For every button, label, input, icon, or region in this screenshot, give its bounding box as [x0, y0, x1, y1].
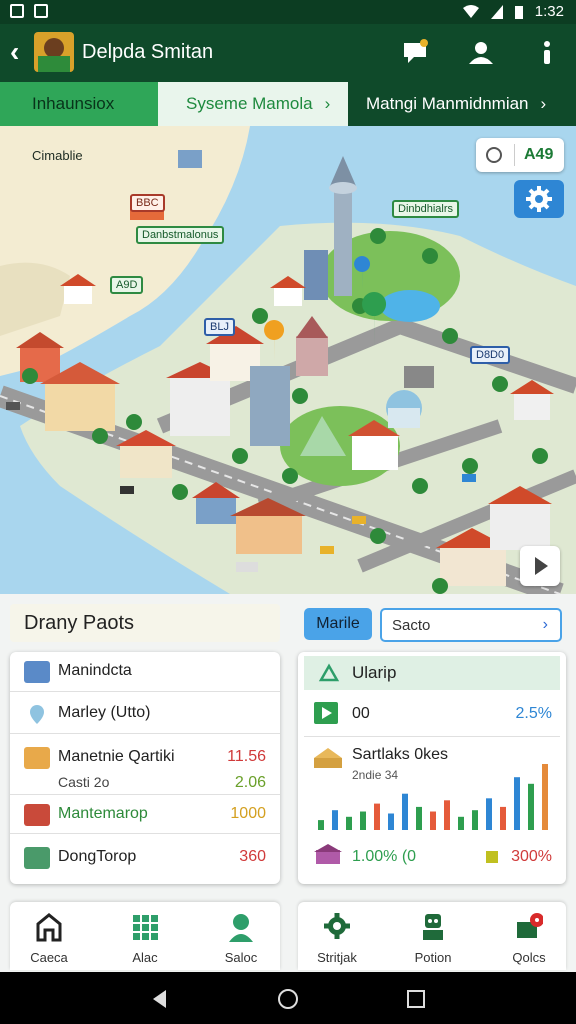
status-bar: 1:32 [0, 0, 576, 24]
home-icon [36, 913, 62, 942]
home-nav-icon[interactable] [277, 988, 299, 1010]
back-nav-icon[interactable] [150, 989, 170, 1009]
map-place-label[interactable]: BBC [130, 194, 165, 212]
chart-bar [318, 820, 324, 830]
chart-bar [360, 811, 366, 830]
notification-icon [10, 4, 24, 18]
chart-bar [528, 783, 534, 830]
system-nav-bar [0, 972, 576, 1024]
metric-label: 00 [352, 705, 370, 722]
bottom-nav-left: Caeca Alac Saloc [10, 902, 280, 970]
more-menu-icon[interactable] [532, 38, 562, 68]
recents-nav-icon[interactable] [406, 989, 426, 1009]
app-bar: ‹ Delpda Smitan [0, 24, 576, 82]
nav-profile[interactable]: Saloc [206, 912, 276, 965]
map-search-control[interactable]: A49 [476, 138, 564, 172]
footer-left-value: 1.00% (0 [352, 848, 417, 865]
grid-icon [133, 915, 158, 940]
list-item[interactable]: Manindcta [10, 652, 280, 692]
chevron-right-icon: › [540, 94, 547, 113]
tab-matngi-manmidnmian[interactable]: Matngi Manmidnmian › [348, 82, 576, 126]
nav-potion[interactable]: Potion [398, 912, 468, 965]
map-place-label[interactable]: A9D [110, 276, 144, 294]
notification-icon [34, 4, 48, 18]
chart-bar [416, 806, 422, 830]
chart-bar [486, 798, 492, 830]
recycle-icon [318, 663, 340, 682]
shop-icon [24, 804, 50, 826]
map-place-label[interactable]: BLJ [204, 318, 235, 336]
account-icon[interactable] [466, 38, 496, 68]
panel-header: Drany Paots [10, 604, 280, 642]
chart-bar [472, 810, 478, 830]
tab-syseme-mamola[interactable]: Syseme Mamola › [158, 82, 348, 126]
gear-icon [526, 186, 552, 212]
chat-icon [517, 913, 543, 938]
panel-title: Drany Paots [24, 612, 135, 634]
sort-select[interactable]: Sacto › [380, 608, 562, 642]
search-icon [486, 147, 502, 163]
nav-home[interactable]: Caeca [14, 912, 84, 965]
signal-icon [490, 4, 503, 19]
bottom-nav-right: Stritjak Potion Qolcs [298, 902, 566, 970]
city-map[interactable]: Cimablie Danbstmalonus Dinbdhialrs A9D B… [0, 126, 576, 594]
person-icon [229, 914, 253, 942]
chart-bar [458, 816, 464, 830]
bar-chart [318, 764, 548, 830]
chevron-right-icon: › [324, 94, 331, 113]
footer-right-value: 300% [511, 848, 552, 865]
map-next-button[interactable] [520, 546, 560, 586]
gear-icon [324, 913, 350, 939]
building-icon [314, 844, 342, 864]
list-item[interactable]: Mantemarop 1000 [10, 794, 280, 834]
building-icon [24, 661, 50, 683]
app-logo [34, 32, 74, 72]
nav-settings[interactable]: Stritjak [302, 912, 372, 965]
chart-bar [444, 800, 450, 830]
filter-toggle-button[interactable]: Marile [304, 608, 372, 640]
chat-bubble-icon[interactable] [400, 38, 430, 68]
tab-bar: Inhaunsiox Syseme Mamola › Matngi Manmidn… [0, 82, 576, 126]
app-title: Delpda Smitan [82, 41, 214, 63]
chart-bar [388, 813, 394, 830]
legend-swatch [486, 851, 498, 863]
stats-card: Ularip 00 2.5% Sartlaks 0kes 2ndie 34 1.… [298, 652, 566, 884]
list-item[interactable]: Manetnie Qartiki 11.56 Casti 2o 2.06 [10, 738, 280, 802]
chart-bar [514, 777, 520, 830]
nav-grid[interactable]: Alac [110, 912, 180, 965]
list-item[interactable]: Marley (Utto) [10, 694, 280, 734]
back-button[interactable]: ‹ [10, 38, 19, 66]
chart-bar [402, 793, 408, 830]
box-icon [24, 747, 50, 769]
location-pin-icon [30, 705, 44, 724]
stats-header[interactable]: Ularip [304, 656, 560, 690]
chevron-right-icon: › [542, 616, 548, 633]
robot-icon [423, 914, 443, 940]
chart-bar [374, 803, 380, 830]
nav-chat[interactable]: Qolcs [494, 912, 564, 965]
chart-bar [542, 764, 548, 830]
clock: 1:32 [534, 3, 564, 20]
map-place-label[interactable]: D8D0 [470, 346, 511, 364]
play-arrow-icon [535, 557, 548, 575]
chart-bar [500, 806, 506, 830]
map-label: Cimablie [32, 148, 83, 163]
metric-value: 2.5% [515, 705, 552, 722]
chart-bar [430, 811, 436, 830]
play-icon[interactable] [314, 702, 338, 724]
places-list-card: Manindcta Marley (Utto) Manetnie Qartiki… [10, 652, 280, 884]
chart-bar [346, 816, 352, 830]
map-search-value: A49 [524, 146, 554, 163]
map-place-label[interactable]: Dinbdhialrs [392, 200, 460, 218]
map-settings-button[interactable] [514, 180, 564, 218]
wifi-icon [462, 4, 479, 18]
battery-icon [514, 5, 523, 19]
map-place-label[interactable]: Danbstmalonus [136, 226, 225, 244]
tab-inhaunsiox[interactable]: Inhaunsiox [0, 82, 158, 126]
list-item[interactable]: DongTorop 360 [10, 838, 280, 878]
house-icon [24, 847, 50, 869]
chart-bar [332, 810, 338, 830]
